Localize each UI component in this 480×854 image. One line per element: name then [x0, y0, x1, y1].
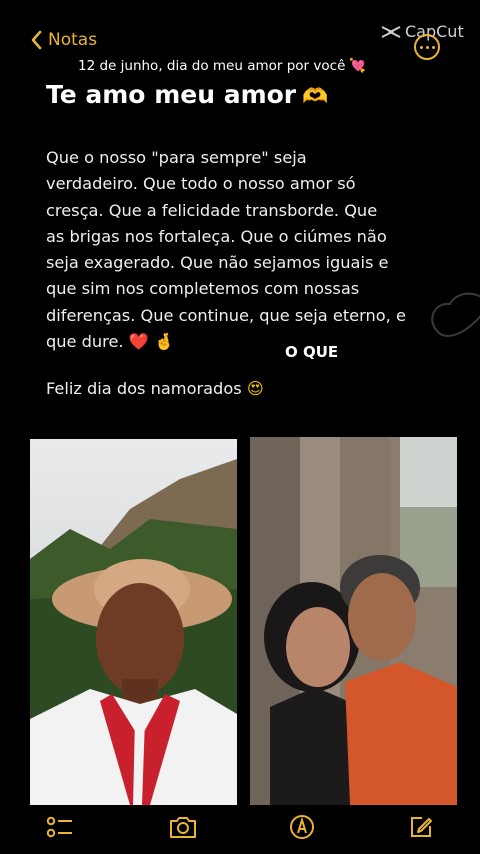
markup-icon[interactable] — [289, 814, 315, 840]
title-text: Te amo meu amor — [46, 80, 297, 109]
bottom-toolbar — [0, 808, 480, 854]
body-line: que sim nos completemos com nossas — [46, 279, 360, 299]
photo-couple-image — [250, 437, 457, 805]
body-line: Que o nosso "para sempre" seja — [46, 148, 307, 167]
outline-heart-icon — [431, 292, 480, 337]
overlay-text: O QUE — [285, 343, 339, 361]
note-body: Que o nosso "para sempre" seja verdadeir… — [46, 145, 406, 355]
body-line: diferenças. Que continue, que seja etern… — [46, 305, 406, 325]
compose-icon[interactable] — [408, 814, 434, 840]
red-heart-emoji-icon: ❤️ — [128, 332, 149, 352]
caption-text: 12 de junho, dia do meu amor por você — [78, 58, 346, 74]
heart-emoji-icon: 💘 — [349, 58, 367, 74]
attached-photo-couple[interactable] — [250, 437, 457, 805]
body-line: as brigas nos fortaleça. Que o ciúmes nã… — [46, 226, 387, 246]
attached-photo-man-hat[interactable] — [30, 439, 237, 805]
body-line: verdadeiro. Que todo o nosso amor só — [46, 174, 356, 194]
capcut-logo-icon — [381, 25, 401, 38]
back-label: Notas — [48, 30, 98, 50]
chevron-left-icon — [31, 30, 42, 50]
closing-line: Feliz dia dos namorados 😍 — [46, 379, 264, 398]
note-caption: 12 de junho, dia do meu amor por você 💘 — [78, 58, 366, 74]
photo-man-hat-image — [30, 439, 237, 805]
note-title: Te amo meu amor 🫶 — [46, 80, 328, 109]
crossed-fingers-emoji-icon: 🤞 — [154, 332, 175, 352]
heart-hands-emoji-icon: 🫶 — [302, 84, 329, 108]
more-dot-icon — [431, 45, 435, 49]
body-line-last: que dure. ❤️ 🤞 — [46, 329, 406, 355]
closing-text: Feliz dia dos namorados — [46, 379, 242, 398]
more-dot-icon — [425, 45, 429, 49]
back-button[interactable]: Notas — [30, 30, 97, 50]
more-dot-icon — [419, 45, 423, 49]
body-line-text: que dure. — [46, 332, 124, 352]
body-line: seja exagerado. Que não sejamos iguais e — [46, 253, 389, 273]
body-line: cresça. Que a felicidade transborde. Que — [46, 200, 378, 220]
heart-eyes-emoji-icon: 😍 — [246, 379, 264, 398]
checklist-icon[interactable] — [46, 814, 74, 840]
more-options-button[interactable] — [414, 34, 440, 60]
camera-icon[interactable] — [168, 814, 198, 840]
